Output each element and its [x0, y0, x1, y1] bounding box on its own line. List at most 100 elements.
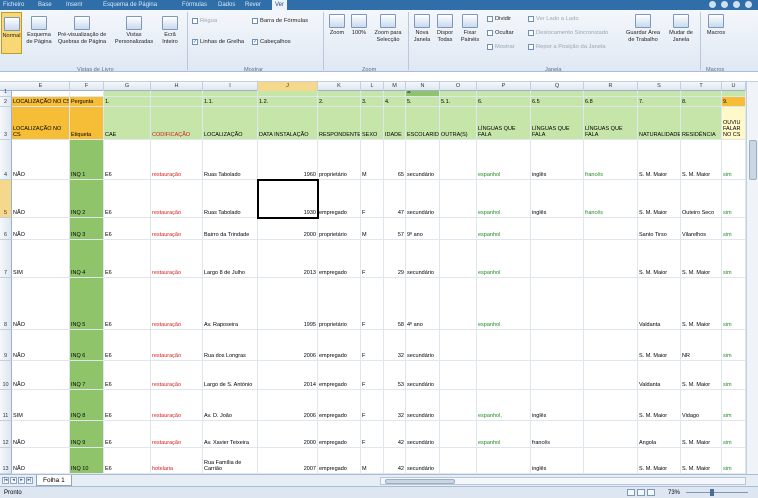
cell-f12[interactable]: INQ 9 [70, 421, 104, 448]
cell-t12[interactable]: S. M. Maior [681, 421, 722, 448]
cell-h2[interactable] [151, 97, 203, 107]
column-header-t[interactable]: T [681, 82, 722, 91]
cell-s8[interactable]: Valdanta [638, 278, 681, 330]
cell-o3[interactable]: OUTRA(S) [440, 107, 477, 140]
cell-u3[interactable]: OUVIU FALAR NO CS [722, 107, 746, 140]
cell-k9[interactable]: empregado [318, 330, 361, 361]
cell-q9[interactable] [531, 330, 584, 361]
cell-h3[interactable]: CODIFICAÇÃO [151, 107, 203, 140]
cell-m7[interactable]: 29 [384, 240, 406, 278]
cell-i5[interactable]: Ruas Tabolado [203, 180, 258, 218]
custom-views-button[interactable]: Vistas Personalizadas [112, 16, 156, 45]
cell-n2[interactable]: 5. [406, 97, 440, 107]
row-header-8[interactable]: 8 [0, 278, 12, 330]
cell-r3[interactable]: LÍNGUAS QUE FALA [584, 107, 638, 140]
row-header-4[interactable]: 4 [0, 140, 12, 180]
cell-l7[interactable]: F [361, 240, 384, 278]
arrange-all-button[interactable]: Dispor Todas [434, 14, 456, 43]
cell-k4[interactable]: proprietário [318, 140, 361, 180]
zoom-100-button[interactable]: 100% [349, 14, 369, 37]
cell-s10[interactable]: Valdanta [638, 361, 681, 390]
cell-l8[interactable]: F [361, 278, 384, 330]
cell-l11[interactable]: F [361, 390, 384, 421]
cell-n3[interactable]: ESCOLARIDADE [406, 107, 440, 140]
next-sheet-icon[interactable]: ▸ [18, 477, 25, 484]
cell-j8[interactable]: 1995 [258, 278, 318, 330]
cell-o11[interactable] [440, 390, 477, 421]
cell-p5[interactable]: espanhol [477, 180, 531, 218]
minimize-icon[interactable] [733, 1, 740, 8]
cell-p13[interactable] [477, 448, 531, 474]
cell-r2[interactable]: 6.8 [584, 97, 638, 107]
cell-n11[interactable]: secundário [406, 390, 440, 421]
cell-u5[interactable]: sim [722, 180, 746, 218]
cell-g13[interactable]: E6 [104, 448, 151, 474]
row-header-9[interactable]: 9 [0, 330, 12, 361]
view-side-by-side-button[interactable]: Ver Lado a Lado [528, 16, 579, 22]
cell-m3[interactable]: IDADE [384, 107, 406, 140]
cell-e8[interactable]: NÃO [12, 278, 70, 330]
cell-e6[interactable]: NÃO [12, 218, 70, 240]
cell-k2[interactable]: 2. [318, 97, 361, 107]
cell-j12[interactable]: 2000 [258, 421, 318, 448]
last-sheet-icon[interactable]: ▸| [26, 477, 33, 484]
full-screen-button[interactable]: Ecrã Inteiro [156, 16, 184, 45]
cell-t7[interactable]: S. M. Maior [681, 240, 722, 278]
cell-f7[interactable]: INQ 4 [70, 240, 104, 278]
column-header-q[interactable]: Q [531, 82, 584, 91]
column-header-m[interactable]: M [384, 82, 406, 91]
cell-i6[interactable]: Bairro da Trindade [203, 218, 258, 240]
row-header-2[interactable]: 2 [0, 97, 12, 107]
cell-s2[interactable]: 7. [638, 97, 681, 107]
cell-u2[interactable]: 9. [722, 97, 746, 107]
tab-home[interactable]: Base [38, 0, 52, 10]
column-header-g[interactable]: G [104, 82, 151, 91]
cell-e7[interactable]: SIM [12, 240, 70, 278]
cell-h5[interactable]: restauração [151, 180, 203, 218]
gridlines-checkbox[interactable]: ✓ Linhas de Grelha [192, 39, 244, 45]
cell-m6[interactable]: 57 [384, 218, 406, 240]
tab-formulas[interactable]: Fórmulas [182, 0, 207, 10]
cell-e5[interactable]: NÃO [12, 180, 70, 218]
cell-s11[interactable]: S. M. Maior [638, 390, 681, 421]
zoom-level[interactable]: 73% [668, 487, 680, 498]
cell-f13[interactable]: INQ 10 [70, 448, 104, 474]
cell-m4[interactable]: 65 [384, 140, 406, 180]
cell-m8[interactable]: 58 [384, 278, 406, 330]
cell-r8[interactable] [584, 278, 638, 330]
cell-n10[interactable]: secundário [406, 361, 440, 390]
cell-l5[interactable]: F [361, 180, 384, 218]
cell-m11[interactable]: 32 [384, 390, 406, 421]
column-header-s[interactable]: S [638, 82, 681, 91]
cell-q5[interactable]: inglês [531, 180, 584, 218]
column-header-j[interactable]: J [258, 82, 318, 91]
column-header-n[interactable]: N [406, 82, 440, 91]
cell-j2[interactable]: 1.2. [258, 97, 318, 107]
tab-page-layout[interactable]: Esquema de Página [103, 0, 157, 10]
cell-h10[interactable]: restauração [151, 361, 203, 390]
zoom-to-selection-button[interactable]: Zoom para Selecção [370, 14, 406, 43]
cell-m13[interactable]: 42 [384, 448, 406, 474]
cell-h8[interactable]: restauração [151, 278, 203, 330]
tab-insert[interactable]: Inserir [66, 0, 83, 10]
cell-q10[interactable] [531, 361, 584, 390]
column-header-f[interactable]: F [70, 82, 104, 91]
cell-t9[interactable]: NR [681, 330, 722, 361]
cell-h12[interactable]: restauração [151, 421, 203, 448]
cell-p10[interactable] [477, 361, 531, 390]
cell-e12[interactable]: NÃO [12, 421, 70, 448]
cell-m9[interactable]: 32 [384, 330, 406, 361]
page-break-shortcut-icon[interactable] [647, 489, 655, 496]
cell-o8[interactable] [440, 278, 477, 330]
cell-u13[interactable]: sim [722, 448, 746, 474]
cell-j3[interactable]: DATA INSTALAÇÃO [258, 107, 318, 140]
cell-q4[interactable]: inglês [531, 140, 584, 180]
column-header-l[interactable]: L [361, 82, 384, 91]
page-layout-shortcut-icon[interactable] [637, 489, 645, 496]
cell-q8[interactable] [531, 278, 584, 330]
cell-r4[interactable]: francês [584, 140, 638, 180]
cell-r13[interactable] [584, 448, 638, 474]
cell-i10[interactable]: Largo de S. António [203, 361, 258, 390]
cell-k10[interactable]: empregado [318, 361, 361, 390]
cell-r9[interactable] [584, 330, 638, 361]
